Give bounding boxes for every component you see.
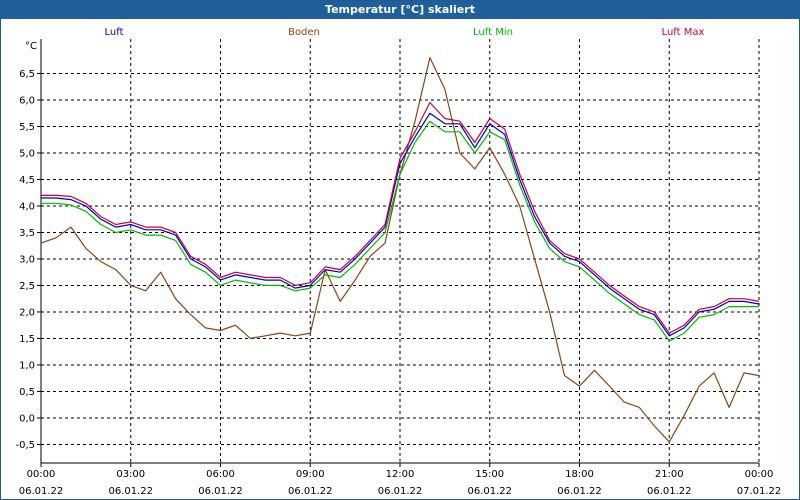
x-tick-date-label: 06.01.22 bbox=[288, 486, 333, 497]
y-tick-label: 2,5 bbox=[19, 281, 35, 292]
x-tick-date-label: 06.01.22 bbox=[467, 486, 512, 497]
y-tick-label: 1,0 bbox=[19, 360, 35, 371]
temperature-chart: °C Luft Boden Luft Min Luft Max -0,5 0,0 0,5 1… bbox=[15, 27, 782, 497]
y-tick-label: 6,0 bbox=[19, 95, 35, 106]
y-tick-label: 5,0 bbox=[19, 148, 35, 159]
legend-entry-luft-max: Luft Max bbox=[662, 27, 705, 38]
x-tick-date-label: 06.01.22 bbox=[557, 486, 602, 497]
x-tick-date-label: 06.01.22 bbox=[19, 486, 64, 497]
legend-entry-luft: Luft bbox=[105, 27, 124, 38]
y-tick-label: 6,5 bbox=[19, 69, 35, 80]
x-tick-date-label: 07.01.22 bbox=[737, 486, 782, 497]
x-tick-time-label: 06:00 bbox=[206, 469, 235, 480]
x-tick-time-label: 09:00 bbox=[296, 469, 325, 480]
y-tick-label: 3,5 bbox=[19, 228, 35, 239]
y-tick-label: 4,5 bbox=[19, 175, 35, 186]
chart-window: Temperatur [°C] skaliert °C Luft Boden Luf… bbox=[0, 0, 800, 500]
y-tick-label: 3,0 bbox=[19, 254, 35, 265]
y-tick-label: -0,5 bbox=[15, 440, 35, 451]
x-tick-time-label: 03:00 bbox=[116, 469, 145, 480]
x-tick-time-label: 12:00 bbox=[386, 469, 415, 480]
x-tick-date-label: 06.01.22 bbox=[108, 486, 153, 497]
series-line-luft bbox=[41, 112, 760, 337]
x-tick-time-label: 15:00 bbox=[475, 469, 504, 480]
y-tick-label: 5,5 bbox=[19, 122, 35, 133]
legend-entry-boden: Boden bbox=[288, 27, 320, 38]
y-tick-label: 4,0 bbox=[19, 201, 35, 212]
x-tick-time-label: 00:00 bbox=[27, 469, 56, 480]
y-axis-unit-label: °C bbox=[25, 41, 37, 52]
x-tick-time-label: 00:00 bbox=[745, 469, 774, 480]
y-tick-label: 0,5 bbox=[19, 387, 35, 398]
x-tick-time-label: 18:00 bbox=[565, 469, 594, 480]
y-tick-label: 0,0 bbox=[19, 413, 35, 424]
x-tick-date-label: 06.01.22 bbox=[647, 486, 692, 497]
x-tick-date-label: 06.01.22 bbox=[378, 486, 423, 497]
x-tick-date-label: 06.01.22 bbox=[198, 486, 243, 497]
legend-entry-luft-min: Luft Min bbox=[473, 27, 513, 38]
x-tick-time-label: 21:00 bbox=[655, 469, 684, 480]
y-tick-label: 1,5 bbox=[19, 334, 35, 345]
y-tick-label: 2,0 bbox=[19, 307, 35, 318]
